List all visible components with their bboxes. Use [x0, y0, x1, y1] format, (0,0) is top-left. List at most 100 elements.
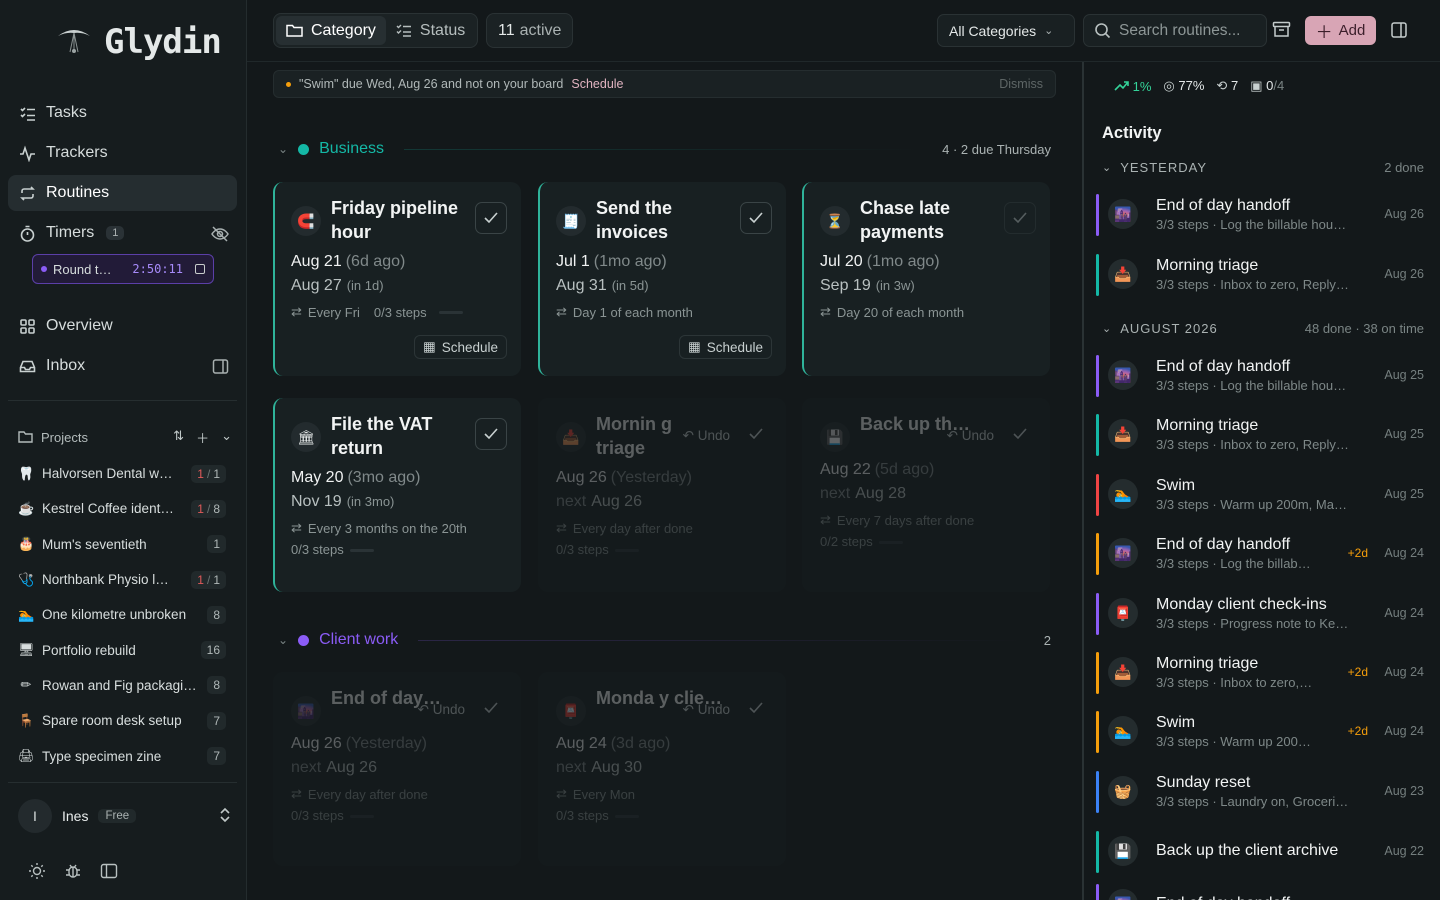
routine-card[interactable]: 🏛 File the VAT return May 20 (3mo ago) Nov 1… — [273, 398, 521, 592]
activity-item[interactable]: 💾 Back up the client archive Aug 22 — [1096, 827, 1424, 875]
undo-label: Undo — [961, 428, 994, 443]
undo-button[interactable]: ↶ Undo — [418, 702, 465, 718]
repeat-rule: ⇄ Every 7 days after done — [820, 512, 1036, 528]
last-done-date: Aug 26 (Yesterday) — [556, 469, 772, 487]
trend-stat: 1% — [1114, 79, 1151, 94]
complete-checkbox[interactable] — [475, 692, 507, 724]
group-header-client-work[interactable]: ⌄ Client work 2 — [278, 631, 1051, 649]
activity-title: Morning triage — [1156, 654, 1259, 672]
activity-item[interactable]: 🌆 End of day handoff 3/3 steps · Log the b… — [1096, 529, 1424, 577]
search-input[interactable]: Search routines... — [1083, 14, 1267, 47]
steps-row: 0/3 steps — [556, 808, 772, 823]
activity-item[interactable]: 🧺 Sunday reset 3/3 steps · Laundry on, Gro… — [1096, 767, 1424, 815]
stop-icon[interactable] — [195, 264, 205, 274]
grid-icon — [18, 317, 36, 335]
chevron-down-icon: ⌄ — [1044, 25, 1054, 37]
view-category-button[interactable]: Category — [276, 16, 386, 45]
routine-card[interactable]: 🧾 Send the invoices Jul 1 (1mo ago) Aug 31 (i… — [538, 182, 786, 376]
plus-icon[interactable]: ＋ — [196, 428, 209, 447]
nav-tasks[interactable]: Tasks — [8, 95, 237, 131]
undo-button[interactable]: ↶ Undo — [947, 428, 994, 444]
group-header-business[interactable]: ⌄ Business 4 · 2 due Thursday — [278, 140, 1051, 158]
activity-title: End of day handoff — [1156, 535, 1291, 553]
activity-item[interactable]: 📮 Monday client check-ins 3/3 steps · Prog… — [1096, 589, 1424, 637]
nav-inbox[interactable]: Inbox — [8, 348, 237, 384]
activity-item[interactable]: 📥 Morning triage 3/3 steps · Inbox to zero… — [1096, 410, 1424, 458]
nav-overview[interactable]: Overview — [8, 308, 237, 344]
activity-item[interactable]: 🏊 Swim 3/3 steps · Warm up 200… +2d Aug 24 — [1096, 707, 1424, 755]
sidebar-toggle-icon[interactable] — [100, 862, 118, 883]
section-august-2026[interactable]: ⌄ AUGUST 2026 48 done · 38 on time — [1102, 321, 1424, 336]
complete-checkbox[interactable] — [740, 692, 772, 724]
sort-icon[interactable]: ⇅ — [173, 428, 184, 447]
activity-item[interactable]: 📥 Morning triage 3/3 steps · Inbox to zero… — [1096, 648, 1424, 696]
complete-checkbox[interactable] — [1004, 202, 1036, 234]
view-status-button[interactable]: Status — [386, 16, 475, 45]
complete-checkbox[interactable] — [475, 418, 507, 450]
right-panel-toggle-icon[interactable] — [1390, 21, 1408, 42]
next-relative: (in 5d) — [611, 278, 649, 293]
section-yesterday[interactable]: ⌄ YESTERDAY 2 done — [1102, 160, 1424, 175]
last-date: Jul 20 — [820, 253, 863, 270]
routine-card[interactable]: 🧲 Friday pipeline hour Aug 21 (6d ago) Aug 2… — [273, 182, 521, 376]
schedule-button[interactable]: ▦ Schedule — [678, 335, 772, 359]
due-notice-banner: "Swim" due Wed, Aug 26 and not on your b… — [273, 70, 1056, 98]
routine-card[interactable]: 💾 Back up th… ↶ Undo Aug 22 (5d ago) next Aug … — [802, 398, 1050, 592]
routine-card[interactable]: 🌆 End of day… ↶ Undo Aug 26 (Yesterday) next A… — [273, 672, 521, 866]
routine-card[interactable]: ⏳ Chase late payments Jul 20 (1mo ago) Sep 1… — [802, 182, 1050, 376]
undo-button[interactable]: ↶ Undo — [683, 428, 730, 444]
activity-text: End of day handoff 3/3 steps · Log the bi… — [1156, 358, 1368, 393]
routine-card[interactable]: 📥 Mornin g triage ↶ Undo Aug 26 (Yesterday) n… — [538, 398, 786, 592]
late-badge: +2d — [1347, 665, 1368, 679]
group-name: Business — [319, 140, 384, 157]
last-done-date: Aug 24 (3d ago) — [556, 735, 772, 753]
undo-icon: ↶ — [417, 702, 433, 717]
project-item[interactable]: 🖥 Portfolio rebuild 16 — [12, 632, 232, 667]
project-emoji-icon: 🎂 — [18, 536, 35, 552]
running-timer-chip[interactable]: Round t… 2:50:11 — [32, 254, 214, 284]
add-button[interactable]: ＋ Add — [1305, 16, 1376, 45]
last-date: Aug 21 — [291, 253, 342, 270]
project-item[interactable]: ✏ Rowan and Fig packagi… 8 — [12, 668, 232, 703]
chevron-down-icon[interactable]: ⌄ — [221, 428, 232, 447]
project-item[interactable]: 🖨 Type specimen zine 7 — [12, 738, 232, 773]
eye-off-icon[interactable] — [211, 225, 229, 248]
project-item[interactable]: 🩺 Northbank Physio l… 1/1 — [12, 562, 232, 597]
brand[interactable]: Glydin — [56, 22, 222, 62]
activity-item[interactable]: 🌆 End of day handoff 3/3 steps · Log the b… — [1096, 351, 1424, 399]
notice-schedule-link[interactable]: Schedule — [571, 77, 623, 91]
archive-icon[interactable] — [1272, 21, 1291, 41]
project-item[interactable]: 🦷 Halvorsen Dental w… 1/1 — [12, 456, 232, 491]
activity-icon — [18, 144, 36, 162]
nav-trackers[interactable]: Trackers — [8, 135, 237, 171]
repeat-label: Day 20 of each month — [836, 304, 965, 320]
sun-icon[interactable] — [28, 862, 46, 883]
project-item[interactable]: 🎂 Mum's seventieth 1 — [12, 527, 232, 562]
activity-item[interactable]: 🌆 End of day handoff 3/3 steps · Log the b… — [1096, 190, 1424, 238]
sidebar-panel-icon[interactable] — [212, 358, 229, 380]
schedule-button[interactable]: ▦ Schedule — [413, 335, 507, 359]
project-item[interactable]: ☕ Kestrel Coffee ident… 1/8 — [12, 491, 232, 526]
project-emoji-icon: ☕ — [18, 500, 35, 516]
complete-checkbox[interactable] — [740, 202, 772, 234]
project-item[interactable]: 🪑 Spare room desk setup 7 — [12, 703, 232, 738]
project-item[interactable]: 🏊 One kilometre unbroken 8 — [12, 597, 232, 632]
complete-checkbox[interactable] — [475, 202, 507, 234]
notice-dismiss-button[interactable]: Dismiss — [999, 77, 1043, 91]
complete-checkbox[interactable] — [740, 418, 772, 450]
activity-item[interactable]: 📥 Morning triage 3/3 steps · Inbox to zero… — [1096, 250, 1424, 298]
activity-item[interactable]: 🏊 Swim 3/3 steps · Warm up 200m, Ma… Aug 25 — [1096, 470, 1424, 518]
project-name: Rowan and Fig packagi… — [42, 677, 197, 693]
undo-button[interactable]: ↶ Undo — [683, 702, 730, 718]
bug-icon[interactable] — [64, 862, 82, 883]
nav-routines[interactable]: Routines — [8, 175, 237, 211]
routine-card[interactable]: 📮 Monda y clie… ↶ Undo Aug 24 (3d ago) next Au… — [538, 672, 786, 866]
undo-icon: ↶ — [946, 428, 962, 443]
complete-checkbox[interactable] — [1004, 418, 1036, 450]
nav-timers[interactable]: Timers 1 — [8, 215, 237, 251]
app: Glydin Tasks Trackers Routines Timers 1 … — [0, 0, 1440, 900]
activity-item[interactable]: 🌆 End of day handoff — [1096, 880, 1424, 900]
active-count-pill[interactable]: 11 active — [486, 13, 574, 48]
user-menu[interactable]: I Ines Free — [18, 798, 232, 834]
category-select[interactable]: All Categories ⌄ — [937, 14, 1075, 47]
